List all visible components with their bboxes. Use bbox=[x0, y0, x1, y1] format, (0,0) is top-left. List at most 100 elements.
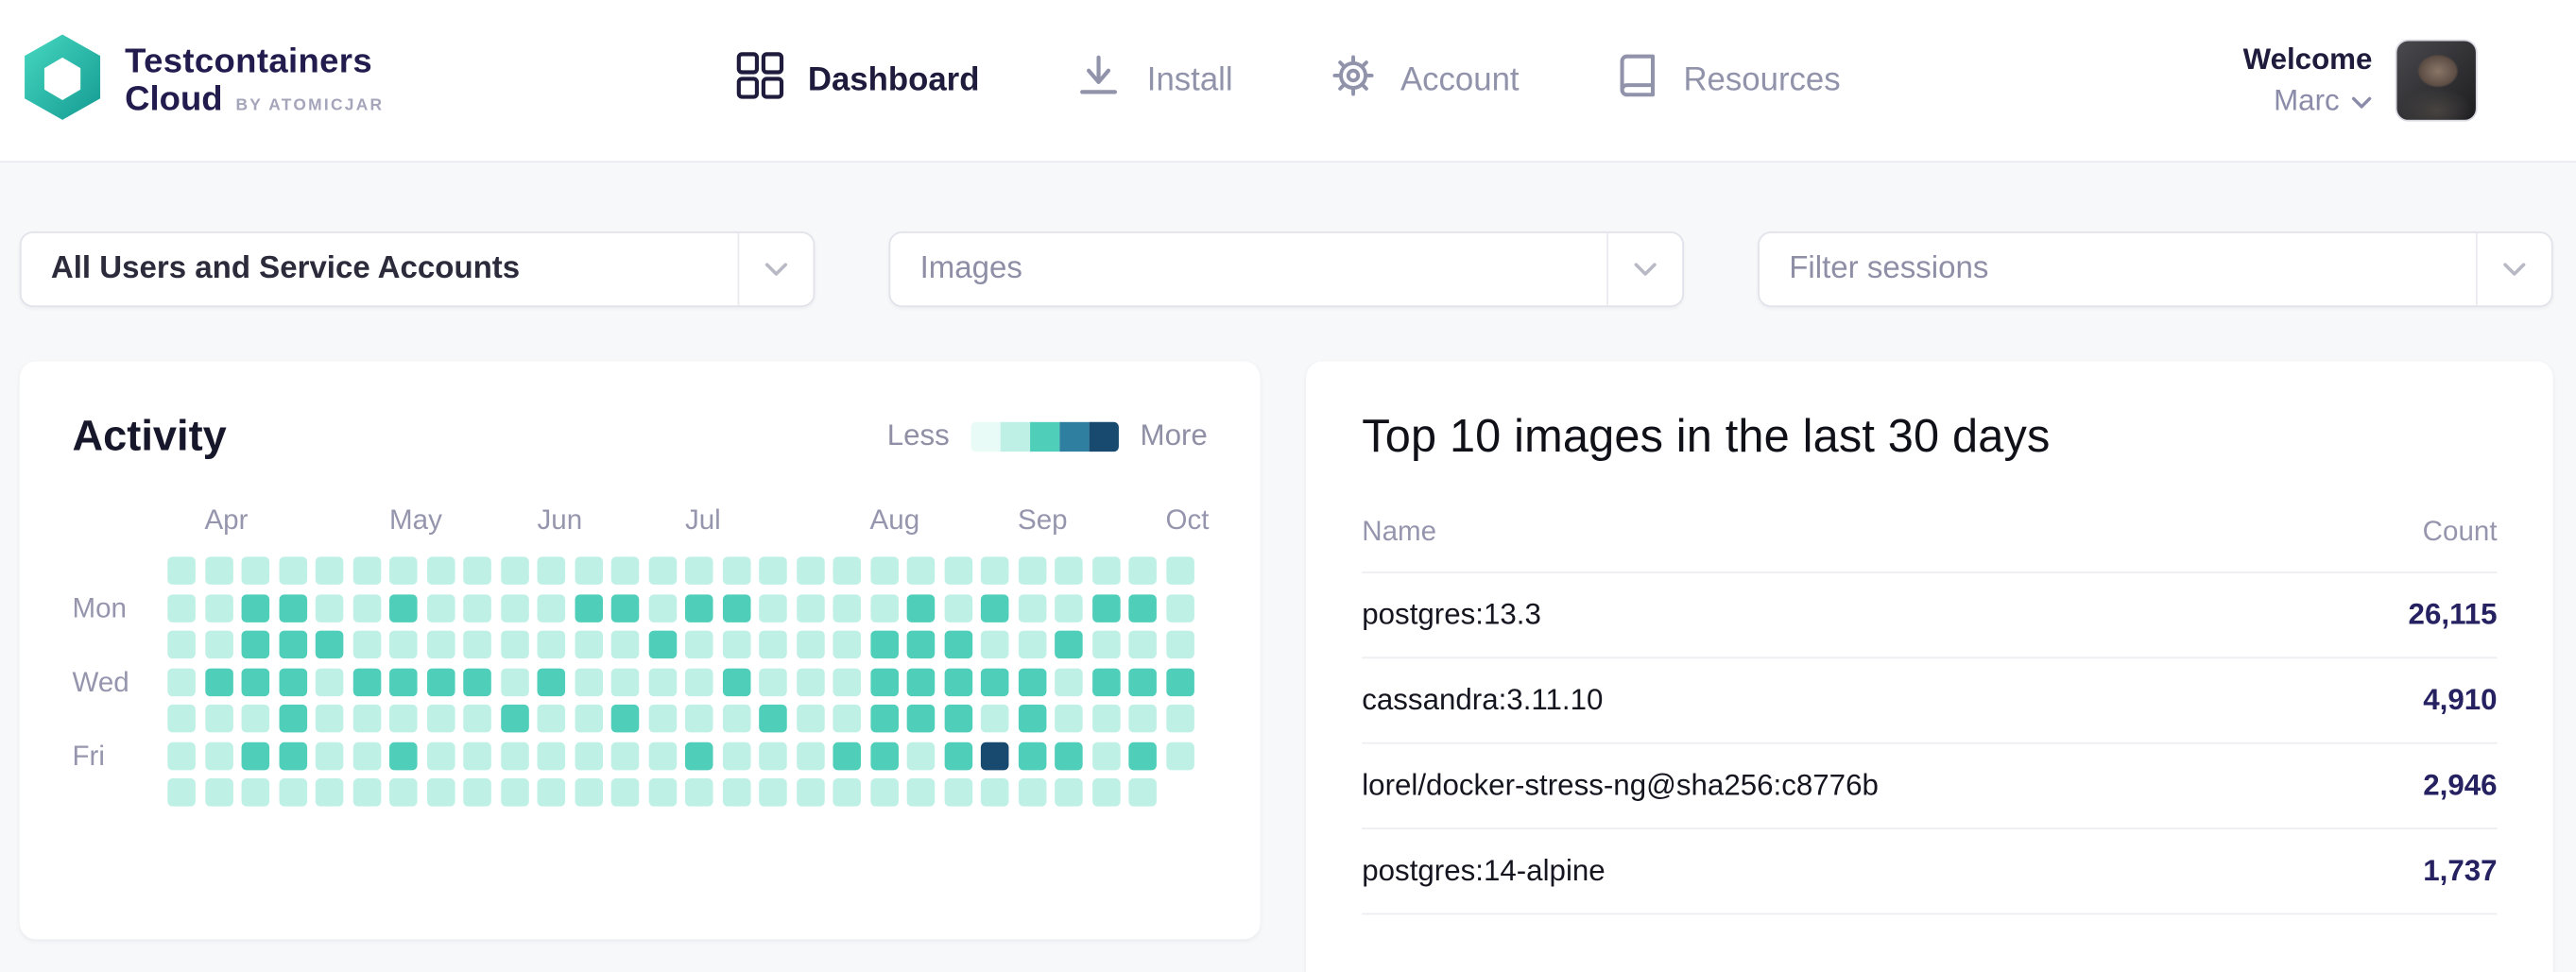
heatmap-cell bbox=[722, 593, 750, 622]
heatmap-cell bbox=[1165, 742, 1194, 770]
activity-card: Activity Less More AprMayJunJulAugSepOct… bbox=[20, 361, 1261, 939]
heatmap-cell bbox=[575, 705, 603, 733]
legend-less-label: Less bbox=[887, 418, 950, 453]
heatmap-cell bbox=[759, 778, 787, 807]
heatmap-cell bbox=[685, 778, 713, 807]
heatmap-cell bbox=[685, 742, 713, 770]
heatmap-cell bbox=[648, 556, 677, 585]
heatmap-cell bbox=[204, 556, 232, 585]
heatmap-cell bbox=[242, 668, 270, 696]
cards-row: Activity Less More AprMayJunJulAugSepOct… bbox=[20, 361, 2553, 972]
nav-account[interactable]: Account bbox=[1328, 51, 1519, 111]
heatmap-cell bbox=[648, 778, 677, 807]
heatmap-cell bbox=[944, 668, 972, 696]
download-icon bbox=[1074, 51, 1124, 111]
heatmap-cell bbox=[242, 778, 270, 807]
heatmap-cell bbox=[1018, 593, 1046, 622]
top-images-card: Top 10 images in the last 30 days Name C… bbox=[1306, 361, 2553, 972]
heatmap-cell bbox=[167, 556, 196, 585]
month-label: Apr bbox=[204, 504, 248, 537]
heatmap-cell bbox=[722, 668, 750, 696]
user-area: Welcome Marc bbox=[2243, 40, 2478, 122]
heatmap-cell bbox=[279, 631, 307, 659]
heatmap-cell bbox=[1018, 556, 1046, 585]
header: Testcontainers Cloud BY ATOMICJAR Das bbox=[0, 0, 2576, 162]
heatmap-cell bbox=[1018, 778, 1046, 807]
heatmap-cell bbox=[352, 778, 381, 807]
column-count: Count bbox=[2423, 516, 2498, 549]
heatmap-cell bbox=[907, 593, 936, 622]
brand-logo[interactable]: Testcontainers Cloud BY ATOMICJAR bbox=[20, 32, 384, 129]
heatmap-cell bbox=[1165, 556, 1194, 585]
heatmap-cell bbox=[352, 593, 381, 622]
heatmap-cell bbox=[279, 593, 307, 622]
heatmap-cell bbox=[796, 556, 824, 585]
heatmap-cell bbox=[463, 778, 491, 807]
page: Testcontainers Cloud BY ATOMICJAR Das bbox=[0, 0, 2576, 972]
heatmap-cell bbox=[981, 668, 1009, 696]
heatmap-cell bbox=[426, 668, 455, 696]
user-avatar[interactable] bbox=[2396, 40, 2478, 122]
users-filter-select[interactable]: All Users and Service Accounts bbox=[20, 231, 815, 307]
heatmap-cell bbox=[981, 593, 1009, 622]
heatmap-cell bbox=[204, 778, 232, 807]
heatmap-cell bbox=[167, 631, 196, 659]
table-row: lorel/docker-stress-ng@sha256:c8776b 2,9… bbox=[1362, 744, 2497, 829]
month-label: May bbox=[389, 504, 442, 537]
nav-install[interactable]: Install bbox=[1074, 51, 1232, 111]
heatmap-cell bbox=[833, 593, 861, 622]
nav-resources[interactable]: Resources bbox=[1614, 53, 1840, 109]
heatmap-cell bbox=[870, 556, 899, 585]
heatmap-cell bbox=[426, 778, 455, 807]
nav-install-label: Install bbox=[1147, 61, 1233, 99]
heatmap-cell bbox=[944, 742, 972, 770]
heatmap-cell bbox=[1128, 705, 1157, 733]
heatmap-cell bbox=[722, 778, 750, 807]
heatmap-cell bbox=[759, 556, 787, 585]
heatmap-cell bbox=[611, 556, 640, 585]
images-filter-select[interactable]: Images bbox=[889, 231, 1684, 307]
heatmap-cell bbox=[279, 742, 307, 770]
heatmap-cell bbox=[279, 668, 307, 696]
heatmap-cell bbox=[426, 705, 455, 733]
day-label: Fri bbox=[72, 742, 104, 770]
legend-swatch bbox=[1090, 421, 1119, 451]
heatmap-cell bbox=[981, 778, 1009, 807]
heatmap-cell bbox=[500, 778, 528, 807]
heatmap-cell bbox=[907, 705, 936, 733]
heatmap-cell bbox=[1165, 593, 1194, 622]
heatmap-cell bbox=[944, 593, 972, 622]
heatmap-cell bbox=[685, 705, 713, 733]
images-filter-placeholder: Images bbox=[890, 251, 1606, 287]
nav-dashboard[interactable]: Dashboard bbox=[735, 51, 979, 111]
user-menu[interactable]: Marc bbox=[2243, 84, 2373, 119]
heatmap-cell bbox=[1091, 556, 1120, 585]
heatmap-cell bbox=[500, 556, 528, 585]
heatmap-cell bbox=[1165, 668, 1194, 696]
heatmap-cell bbox=[279, 778, 307, 807]
heatmap-cell bbox=[316, 742, 344, 770]
heatmap-cell bbox=[1091, 668, 1120, 696]
legend-swatch bbox=[1059, 421, 1089, 451]
heatmap-cell bbox=[1055, 705, 1083, 733]
brand-name: Testcontainers bbox=[125, 43, 384, 80]
heatmap-cell bbox=[389, 742, 418, 770]
table-row: postgres:14-alpine 1,737 bbox=[1362, 829, 2497, 914]
heatmap-cell bbox=[167, 593, 196, 622]
heatmap-cell bbox=[1128, 668, 1157, 696]
heatmap-cell bbox=[204, 668, 232, 696]
month-label: Oct bbox=[1165, 504, 1209, 537]
heatmap-cell bbox=[537, 705, 565, 733]
heatmap-cell bbox=[1165, 631, 1194, 659]
heatmap-cell bbox=[907, 778, 936, 807]
heatmap-cell bbox=[204, 593, 232, 622]
heatmap-cell bbox=[463, 556, 491, 585]
sessions-filter-select[interactable]: Filter sessions bbox=[1758, 231, 2552, 307]
heatmap-cell bbox=[463, 593, 491, 622]
heatmap-cell bbox=[833, 631, 861, 659]
heatmap-cell bbox=[981, 631, 1009, 659]
filter-row: All Users and Service Accounts Images Fi… bbox=[20, 231, 2553, 307]
heatmap-cell bbox=[242, 742, 270, 770]
heatmap-cell bbox=[870, 668, 899, 696]
heatmap-cell bbox=[648, 705, 677, 733]
